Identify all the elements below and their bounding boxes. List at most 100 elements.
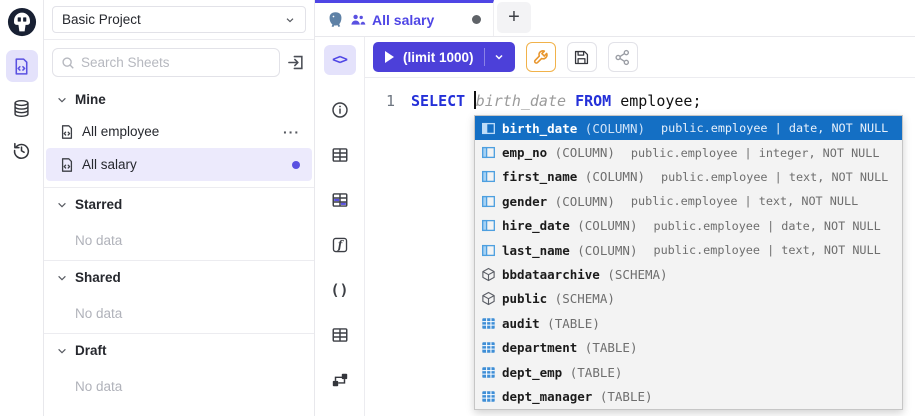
section-header-mine[interactable]: Mine — [44, 83, 314, 115]
sidebar-item-all-employee[interactable]: All employee··· — [46, 115, 312, 148]
suggestion-kind: (COLUMN) — [547, 145, 615, 160]
autocomplete-popup: birth_date (COLUMN) public.employee | dat… — [474, 115, 903, 410]
suggestion-name: department — [502, 340, 577, 355]
autocomplete-item-emp_no[interactable]: emp_no (COLUMN)public.employee | integer… — [475, 140, 902, 164]
table-colored-icon[interactable] — [324, 185, 356, 215]
info-icon[interactable] — [324, 95, 356, 125]
save-button[interactable] — [567, 42, 597, 72]
project-selector[interactable]: Basic Project — [52, 6, 306, 33]
suggestion-name: last_name — [502, 243, 570, 258]
share-button[interactable] — [608, 42, 638, 72]
suggestion-name: birth_date — [502, 121, 577, 136]
parentheses-icon[interactable]: () — [324, 275, 356, 305]
suggestion-kind: (SCHEMA) — [547, 291, 615, 306]
search-row — [44, 40, 314, 83]
autocomplete-item-audit[interactable]: audit (TABLE) — [475, 311, 902, 335]
database-icon[interactable] — [6, 92, 38, 124]
play-icon — [385, 51, 394, 63]
run-button-label: (limit 1000) — [403, 50, 484, 65]
run-options-chevron[interactable] — [485, 51, 513, 63]
side-icon-strip: <> f () — [315, 37, 365, 416]
sheet-import-icon[interactable] — [287, 53, 306, 72]
schema-kind-icon — [481, 267, 496, 282]
schema-diagram-icon[interactable] — [324, 365, 356, 395]
bytebase-logo[interactable] — [7, 7, 37, 37]
autocomplete-item-dept_emp[interactable]: dept_emp (TABLE) — [475, 360, 902, 384]
code-token — [566, 92, 575, 110]
wrench-button[interactable] — [526, 42, 556, 72]
section-header-starred[interactable]: Starred — [44, 188, 314, 220]
suggestion-kind: (COLUMN) — [577, 121, 645, 136]
suggestion-kind: (COLUMN) — [577, 169, 645, 184]
history-icon[interactable] — [6, 134, 38, 166]
column-kind-icon — [481, 194, 496, 209]
suggestion-name: emp_no — [502, 145, 547, 160]
suggestion-name: gender — [502, 194, 547, 209]
section-label: Mine — [75, 92, 106, 107]
sidebar-item-all-salary[interactable]: All salary — [46, 148, 312, 181]
autocomplete-item-bbdataarchive[interactable]: bbdataarchive (SCHEMA) — [475, 262, 902, 286]
suggestion-detail: public.employee | text, NOT NULL — [661, 170, 888, 184]
sheet-file-icon — [59, 157, 75, 173]
project-row: Basic Project — [44, 0, 314, 40]
autocomplete-item-dept_manager[interactable]: dept_manager (TABLE) — [475, 384, 902, 408]
autocomplete-item-birth_date[interactable]: birth_date (COLUMN) public.employee | dat… — [475, 116, 902, 140]
suggestion-kind: (COLUMN) — [570, 243, 638, 258]
chevron-down-icon — [284, 14, 296, 26]
tab-all-salary[interactable]: All salary — [315, 0, 494, 36]
suggestion-name: dept_manager — [502, 389, 592, 404]
section-header-draft[interactable]: Draft — [44, 334, 314, 366]
code-token: SELECT — [411, 92, 465, 110]
code-panel-icon[interactable]: <> — [324, 45, 356, 75]
section-label: Shared — [75, 270, 121, 285]
suggestion-kind: (TABLE) — [577, 340, 637, 355]
toolbar: (limit 1000) — [365, 37, 915, 78]
sheet-code-icon[interactable] — [6, 50, 38, 82]
autocomplete-item-hire_date[interactable]: hire_date (COLUMN)public.employee | date… — [475, 214, 902, 238]
sheet-label: All salary — [82, 157, 285, 172]
code-token: employee; — [611, 92, 701, 110]
table-icon[interactable] — [324, 140, 356, 170]
column-kind-icon — [481, 218, 496, 233]
suggestion-name: first_name — [502, 169, 577, 184]
tab-label: All salary — [372, 12, 466, 28]
suggestion-kind: (COLUMN) — [570, 218, 638, 233]
suggestion-kind: (SCHEMA) — [600, 267, 668, 282]
suggestion-name: bbdataarchive — [502, 267, 600, 282]
postgres-icon — [327, 11, 344, 28]
empty-placeholder: No data — [44, 293, 314, 327]
table-icon[interactable] — [324, 320, 356, 350]
item-menu-button[interactable]: ··· — [283, 124, 300, 140]
suggestion-kind: (COLUMN) — [547, 194, 615, 209]
autocomplete-item-gender[interactable]: gender (COLUMN)public.employee | text, N… — [475, 189, 902, 213]
suggestion-name: audit — [502, 316, 540, 331]
active-sheet-dot — [292, 161, 300, 169]
section-label: Draft — [75, 343, 107, 358]
code-token — [465, 92, 474, 110]
autocomplete-item-public[interactable]: public (SCHEMA) — [475, 287, 902, 311]
table-kind-icon — [481, 389, 496, 404]
search-input[interactable] — [81, 55, 271, 70]
section-label: Starred — [75, 197, 122, 212]
code-token: birth_date — [476, 92, 566, 110]
sheet-file-icon — [59, 124, 75, 140]
suggestion-kind: (TABLE) — [592, 389, 652, 404]
suggestion-name: hire_date — [502, 218, 570, 233]
section-header-shared[interactable]: Shared — [44, 261, 314, 293]
sidebar: Basic Project Mine All employee··· All s… — [44, 0, 315, 416]
svg-text:f: f — [336, 239, 344, 252]
add-tab-button[interactable]: + — [497, 2, 531, 33]
autocomplete-item-last_name[interactable]: last_name (COLUMN) public.employee | text… — [475, 238, 902, 262]
suggestion-detail: public.employee | date, NOT NULL — [661, 121, 888, 135]
autocomplete-item-department[interactable]: department (TABLE) — [475, 336, 902, 360]
group-icon — [350, 12, 366, 28]
search-icon — [61, 56, 75, 70]
search-box[interactable] — [52, 48, 280, 77]
run-query-button[interactable]: (limit 1000) — [373, 42, 515, 72]
tab-bar: All salary + — [315, 0, 915, 37]
left-rail — [0, 0, 44, 416]
function-icon[interactable]: f — [324, 230, 356, 260]
autocomplete-item-first_name[interactable]: first_name (COLUMN) public.employee | tex… — [475, 165, 902, 189]
suggestion-kind: (TABLE) — [540, 316, 600, 331]
suggestion-detail: public.employee | text, NOT NULL — [653, 243, 880, 257]
